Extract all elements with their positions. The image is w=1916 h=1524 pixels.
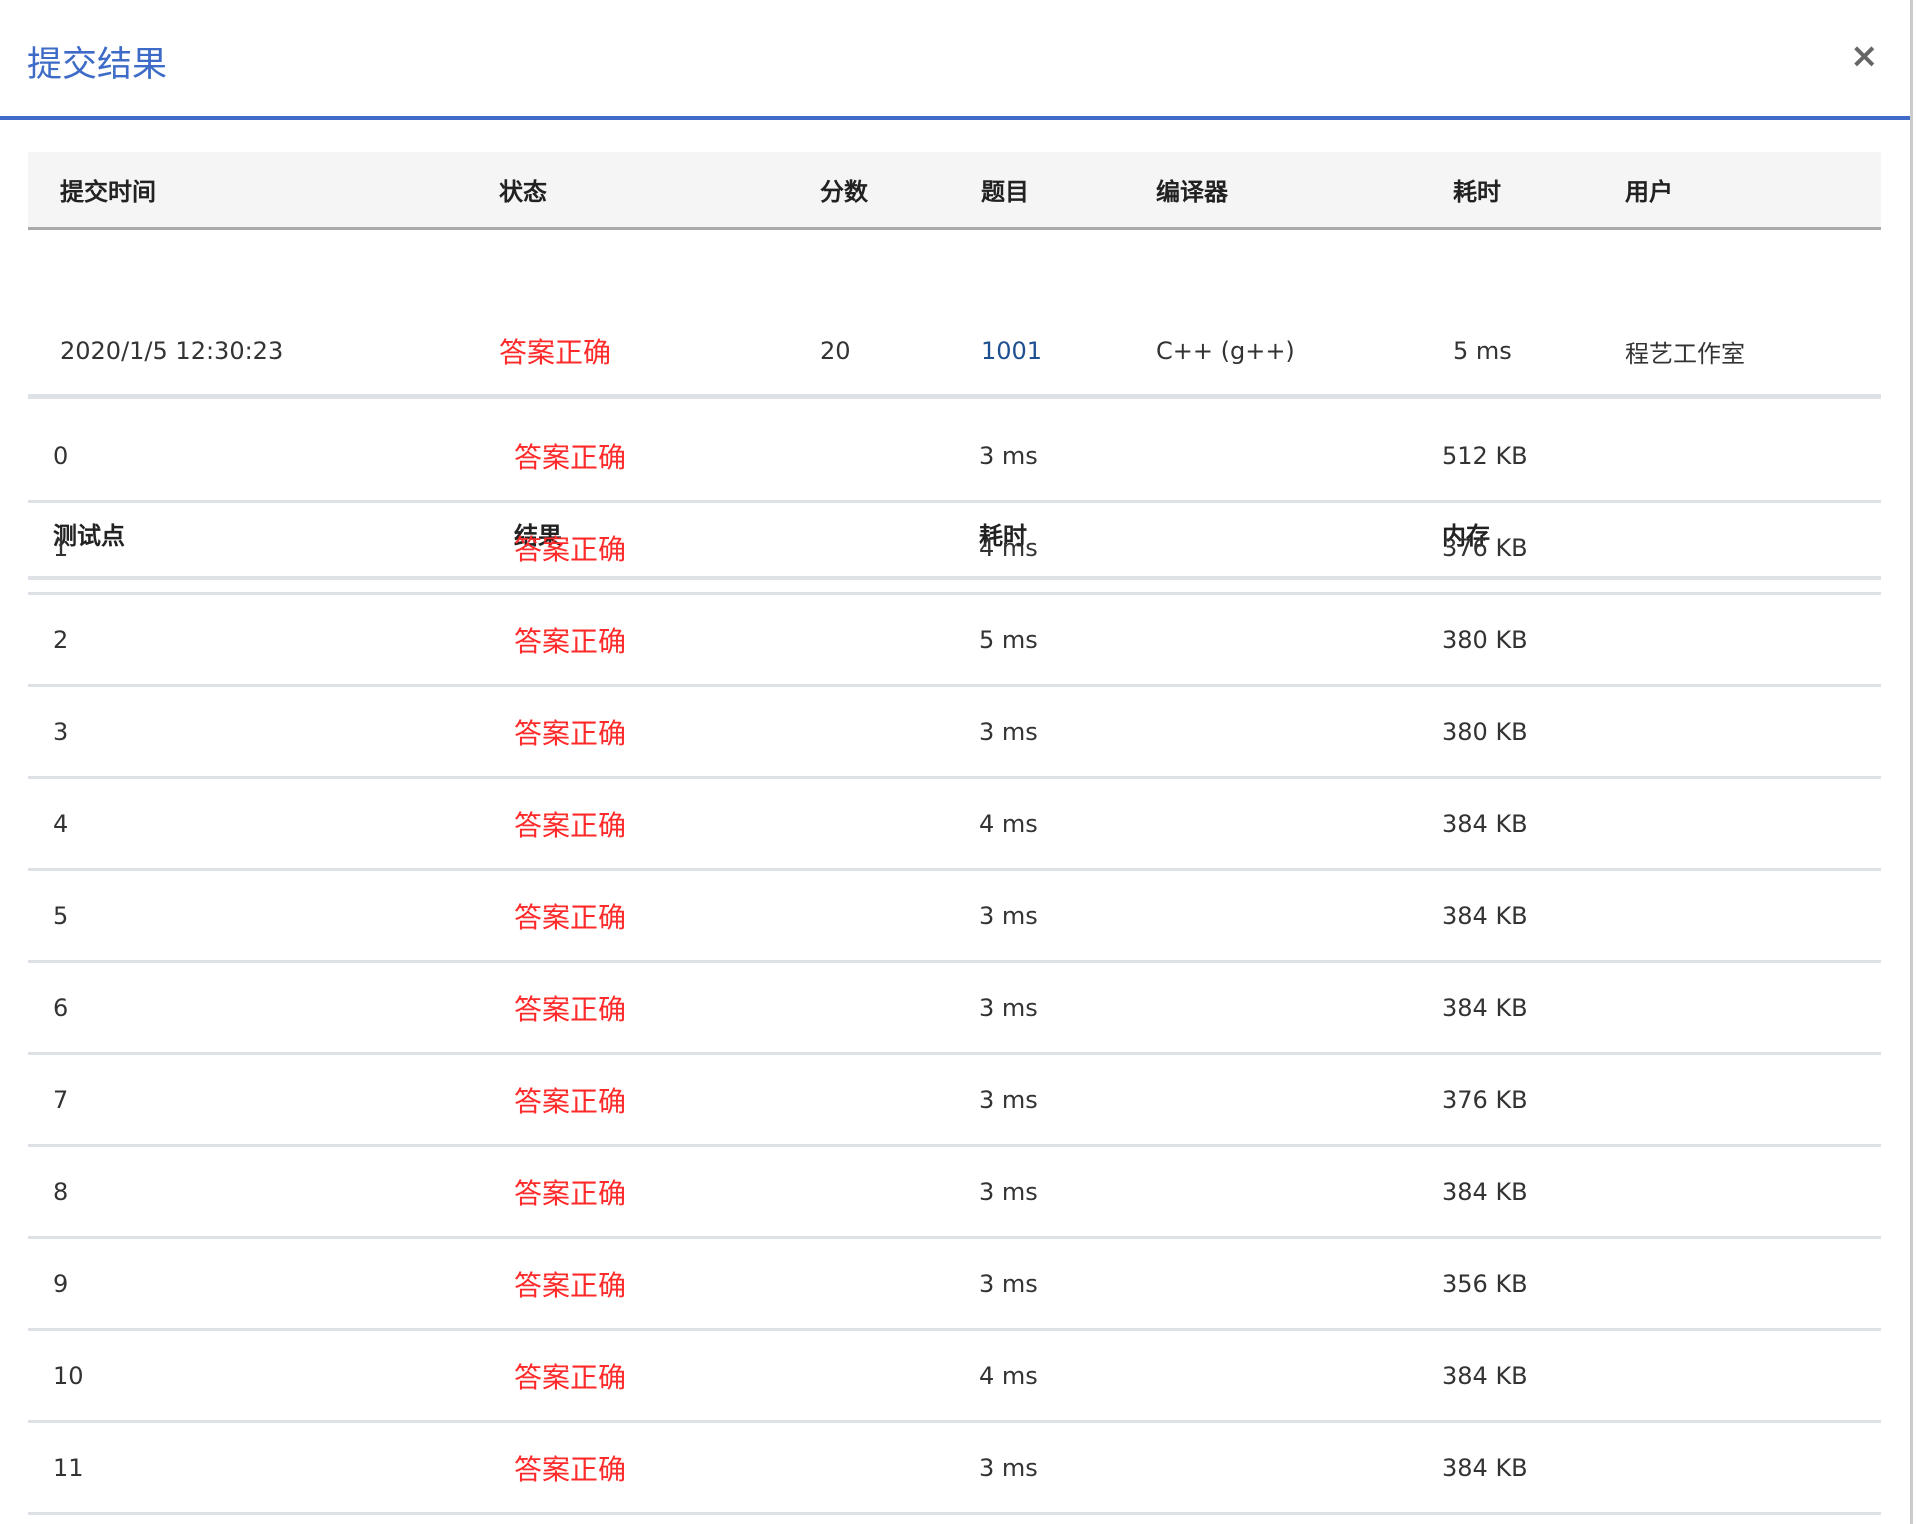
header-problem: 题目 <box>981 152 1029 227</box>
test-memory: 356 KB <box>1442 1239 1528 1328</box>
test-time: 4 ms <box>979 503 1038 592</box>
table-row: 1 答案正确 4 ms 376 KB <box>28 503 1881 595</box>
table-row: 6 答案正确 3 ms 384 KB <box>28 963 1881 1055</box>
test-result: 答案正确 <box>514 1147 626 1236</box>
test-point-id: 7 <box>53 1055 68 1144</box>
test-result: 答案正确 <box>514 595 626 684</box>
submission-result-dialog: 提交结果 × 提交时间 状态 分数 题目 编译器 耗时 用户 2020/1/5 … <box>0 0 1913 1524</box>
test-result: 答案正确 <box>514 503 626 592</box>
test-point-id: 4 <box>53 779 68 868</box>
dialog-title: 提交结果 <box>27 36 167 87</box>
test-result: 答案正确 <box>514 411 626 500</box>
table-row: 4 答案正确 4 ms 384 KB <box>28 779 1881 871</box>
summary-table-header: 提交时间 状态 分数 题目 编译器 耗时 用户 <box>28 152 1881 230</box>
header-duration: 耗时 <box>1453 152 1501 227</box>
test-time: 3 ms <box>979 963 1038 1052</box>
test-memory: 384 KB <box>1442 779 1528 868</box>
table-row: 9 答案正确 3 ms 356 KB <box>28 1239 1881 1331</box>
test-memory: 512 KB <box>1442 411 1528 500</box>
test-result: 答案正确 <box>514 687 626 776</box>
test-result: 答案正确 <box>514 1423 626 1512</box>
test-point-id: 9 <box>53 1239 68 1328</box>
test-time: 3 ms <box>979 411 1038 500</box>
header-status: 状态 <box>499 152 547 227</box>
test-time: 5 ms <box>979 595 1038 684</box>
close-icon[interactable]: × <box>1850 36 1879 76</box>
test-time: 3 ms <box>979 687 1038 776</box>
user: 程艺工作室 <box>1625 308 1745 394</box>
test-result: 答案正确 <box>514 1055 626 1144</box>
test-point-id: 11 <box>53 1423 84 1512</box>
table-row: 10 答案正确 4 ms 384 KB <box>28 1331 1881 1423</box>
table-row: 11 答案正确 3 ms 384 KB <box>28 1423 1881 1515</box>
header-compiler: 编译器 <box>1156 152 1228 227</box>
test-time: 4 ms <box>979 779 1038 868</box>
score: 20 <box>820 308 851 394</box>
test-result: 答案正确 <box>514 779 626 868</box>
table-row: 2 答案正确 5 ms 380 KB <box>28 595 1881 687</box>
test-memory: 380 KB <box>1442 595 1528 684</box>
header-submit-time: 提交时间 <box>60 152 156 227</box>
test-point-id: 1 <box>53 503 68 592</box>
test-memory: 380 KB <box>1442 687 1528 776</box>
status-badge: 答案正确 <box>499 308 611 394</box>
test-time: 3 ms <box>979 1147 1038 1236</box>
test-point-id: 6 <box>53 963 68 1052</box>
problem-link[interactable]: 1001 <box>981 308 1042 394</box>
test-result: 答案正确 <box>514 1331 626 1420</box>
test-time: 3 ms <box>979 1239 1038 1328</box>
test-point-id: 0 <box>53 411 68 500</box>
table-row: 0 答案正确 3 ms 512 KB <box>28 411 1881 503</box>
table-row: 5 答案正确 3 ms 384 KB <box>28 871 1881 963</box>
test-point-id: 2 <box>53 595 68 684</box>
test-time: 3 ms <box>979 871 1038 960</box>
test-point-id: 5 <box>53 871 68 960</box>
test-memory: 384 KB <box>1442 871 1528 960</box>
test-point-id: 3 <box>53 687 68 776</box>
table-row: 3 答案正确 3 ms 380 KB <box>28 687 1881 779</box>
test-memory: 384 KB <box>1442 1331 1528 1420</box>
header-score: 分数 <box>820 152 868 227</box>
duration: 5 ms <box>1453 308 1512 394</box>
header-user: 用户 <box>1625 152 1673 227</box>
test-result: 答案正确 <box>514 1239 626 1328</box>
submit-time: 2020/1/5 12:30:23 <box>60 308 283 394</box>
dialog-header: 提交结果 × <box>0 0 1910 120</box>
test-time: 3 ms <box>979 1055 1038 1144</box>
test-result: 答案正确 <box>514 963 626 1052</box>
test-table-body: 0答案正确3 ms512 KB1答案正确4 ms376 KB2答案正确5 ms3… <box>28 411 1881 1515</box>
test-time: 4 ms <box>979 1331 1038 1420</box>
test-memory: 376 KB <box>1442 1055 1528 1144</box>
test-memory: 376 KB <box>1442 503 1528 592</box>
test-point-id: 8 <box>53 1147 68 1236</box>
table-row: 8 答案正确 3 ms 384 KB <box>28 1147 1881 1239</box>
test-time: 3 ms <box>979 1423 1038 1512</box>
test-memory: 384 KB <box>1442 963 1528 1052</box>
test-result: 答案正确 <box>514 871 626 960</box>
summary-row: 2020/1/5 12:30:23 答案正确 20 1001 C++ (g++)… <box>28 308 1881 399</box>
table-row: 7 答案正确 3 ms 376 KB <box>28 1055 1881 1147</box>
test-memory: 384 KB <box>1442 1423 1528 1512</box>
test-point-id: 10 <box>53 1331 84 1420</box>
compiler: C++ (g++) <box>1156 308 1295 394</box>
test-memory: 384 KB <box>1442 1147 1528 1236</box>
